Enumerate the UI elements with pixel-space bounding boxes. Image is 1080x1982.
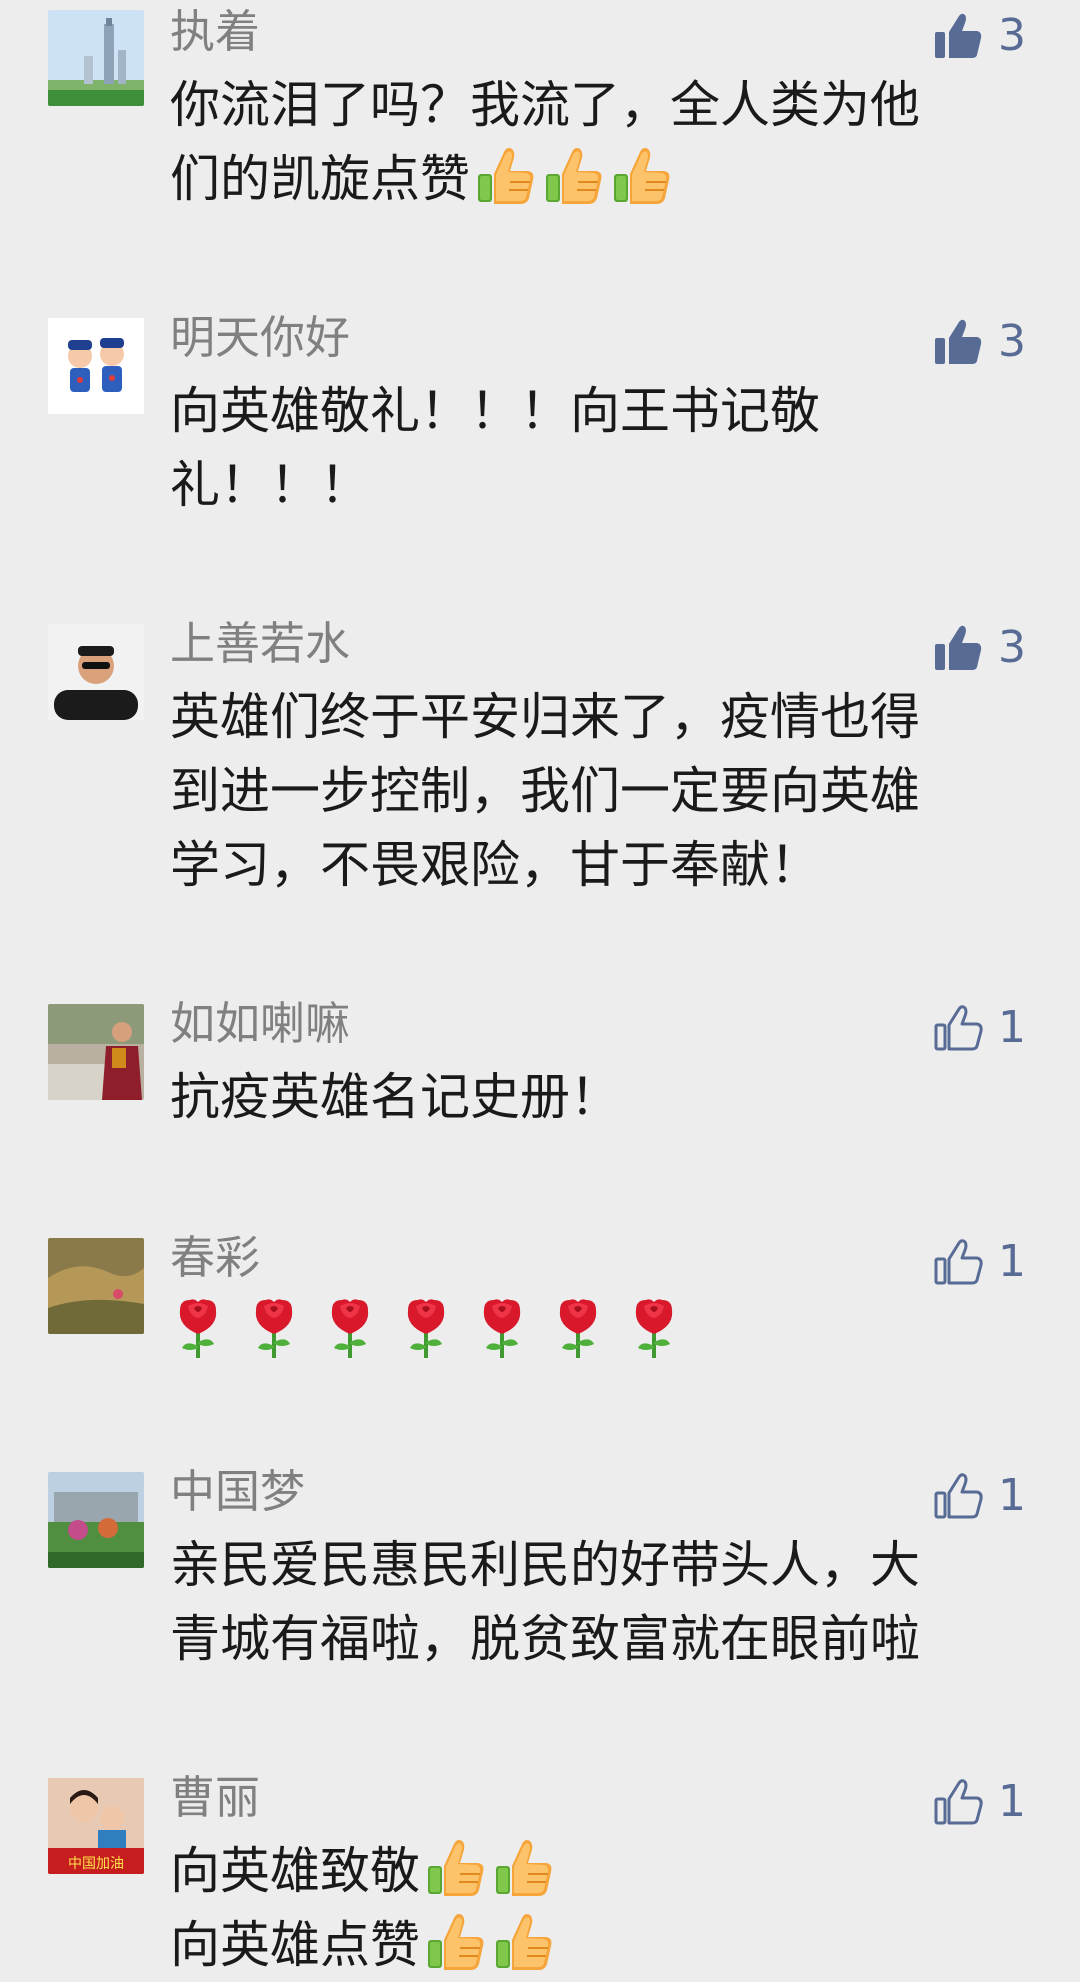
comment-text xyxy=(170,1294,1020,1368)
comment-text: 向英雄致敬 向英雄点赞 xyxy=(170,1834,1020,1982)
thumbs-up-emoji-icon xyxy=(610,144,674,208)
like-button[interactable]: 1 xyxy=(932,1464,1026,1528)
like-count: 1 xyxy=(998,1470,1026,1521)
rose-emoji-icon xyxy=(474,1296,530,1360)
comment-line: 到进一步控制，我们一定要向英雄 xyxy=(170,762,920,820)
thumbs-up-outline-icon xyxy=(932,1002,984,1054)
thumbs-up-outline-icon xyxy=(932,1776,984,1828)
rose-emoji-icon xyxy=(322,1296,378,1360)
thumbs-up-filled-icon xyxy=(932,10,984,62)
thumbs-up-emoji-icon xyxy=(492,1910,556,1974)
comment-line: 学习，不畏艰险，甘于奉献！ xyxy=(170,836,820,894)
thumbs-up-emoji-icon xyxy=(542,144,606,208)
like-count: 3 xyxy=(998,622,1026,673)
like-count: 3 xyxy=(998,316,1026,367)
comment-line: 抗疫英雄名记史册！ xyxy=(170,1068,620,1126)
thumbs-up-emoji-icon xyxy=(424,1910,488,1974)
comment-line: 向英雄敬礼！！！向王书记敬 xyxy=(170,382,820,440)
thumbs-up-emoji-icon xyxy=(474,144,538,208)
comment-text: 向英雄敬礼！！！向王书记敬 礼！！！ xyxy=(170,374,1020,522)
comment-line: 亲民爱民惠民利民的好带头人，大 xyxy=(170,1536,920,1594)
avatar[interactable] xyxy=(48,1238,144,1334)
nickname[interactable]: 执着 xyxy=(170,0,260,64)
comment-text: 英雄们终于平安归来了，疫情也得 到进一步控制，我们一定要向英雄 学习，不畏艰险，… xyxy=(170,680,1020,902)
avatar[interactable] xyxy=(48,1472,144,1568)
avatar[interactable] xyxy=(48,1004,144,1100)
like-button[interactable]: 3 xyxy=(932,616,1026,680)
like-button[interactable]: 1 xyxy=(932,1770,1026,1834)
thumbs-up-outline-icon xyxy=(932,1236,984,1288)
comment-text: 抗疫英雄名记史册！ xyxy=(170,1060,1020,1134)
nickname[interactable]: 如如喇嘛 xyxy=(170,992,350,1056)
comment-line-with-emoji: 们的凯旋点赞 xyxy=(170,142,1020,216)
nickname[interactable]: 春彩 xyxy=(170,1226,260,1290)
rose-emoji-icon xyxy=(170,1296,226,1360)
avatar[interactable] xyxy=(48,624,144,720)
comment-line-with-emoji: 向英雄点赞 xyxy=(170,1908,1020,1982)
like-count: 1 xyxy=(998,1002,1026,1053)
rose-emoji-icon xyxy=(398,1296,454,1360)
nickname[interactable]: 中国梦 xyxy=(170,1460,305,1524)
like-count: 1 xyxy=(998,1236,1026,1287)
like-count: 3 xyxy=(998,10,1026,61)
comment-line: 你流泪了吗？我流了，全人类为他 xyxy=(170,76,920,134)
comment-line: 向英雄致敬 xyxy=(170,1842,420,1900)
comment-line-with-emoji: 向英雄致敬 xyxy=(170,1834,1020,1908)
like-count: 1 xyxy=(998,1776,1026,1827)
rose-emoji-row xyxy=(170,1294,1020,1368)
nickname[interactable]: 上善若水 xyxy=(170,612,350,676)
like-button[interactable]: 1 xyxy=(932,996,1026,1060)
comment-line: 英雄们终于平安归来了，疫情也得 xyxy=(170,688,920,746)
like-button[interactable]: 3 xyxy=(932,4,1026,68)
thumbs-up-filled-icon xyxy=(932,316,984,368)
comment-line: 青城有福啦，脱贫致富就在眼前啦 xyxy=(170,1610,920,1668)
thumbs-up-emoji-icon xyxy=(424,1836,488,1900)
thumbs-up-emoji-icon xyxy=(492,1836,556,1900)
comment-line: 向英雄点赞 xyxy=(170,1916,420,1974)
rose-emoji-icon xyxy=(626,1296,682,1360)
like-button[interactable]: 3 xyxy=(932,310,1026,374)
comment-line: 礼！！！ xyxy=(170,456,370,514)
avatar[interactable]: 中国加油 xyxy=(48,1778,144,1874)
rose-emoji-icon xyxy=(550,1296,606,1360)
avatar-caption: 中国加油 xyxy=(68,1856,124,1872)
thumbs-up-filled-icon xyxy=(932,622,984,674)
nickname[interactable]: 明天你好 xyxy=(170,306,350,370)
comment-text: 你流泪了吗？我流了，全人类为他 们的凯旋点赞 xyxy=(170,68,1020,216)
comment-text: 亲民爱民惠民利民的好带头人，大 青城有福啦，脱贫致富就在眼前啦 xyxy=(170,1528,1020,1676)
thumbs-up-outline-icon xyxy=(932,1470,984,1522)
like-button[interactable]: 1 xyxy=(932,1230,1026,1294)
avatar[interactable] xyxy=(48,10,144,106)
comment-line: 们的凯旋点赞 xyxy=(170,150,470,208)
nickname[interactable]: 曹丽 xyxy=(170,1766,260,1830)
avatar[interactable] xyxy=(48,318,144,414)
rose-emoji-icon xyxy=(246,1296,302,1360)
